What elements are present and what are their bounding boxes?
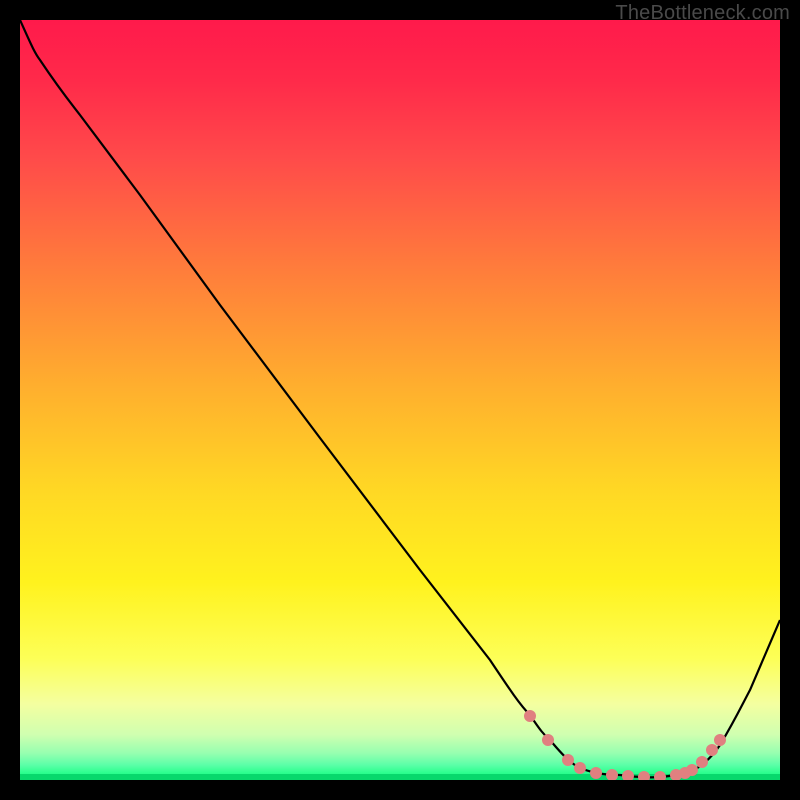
highlight-dot xyxy=(574,762,586,774)
highlight-dot xyxy=(714,734,726,746)
highlight-dot xyxy=(696,756,708,768)
highlight-dot xyxy=(638,771,650,780)
highlight-dot xyxy=(524,710,536,722)
bottleneck-curve xyxy=(20,20,780,777)
watermark-text: TheBottleneck.com xyxy=(615,2,790,25)
highlight-dot xyxy=(622,770,634,780)
highlight-dot xyxy=(686,764,698,776)
highlight-dot xyxy=(562,754,574,766)
highlight-dot xyxy=(706,744,718,756)
highlight-dot xyxy=(590,767,602,779)
highlight-dot xyxy=(542,734,554,746)
highlight-dot xyxy=(606,769,618,780)
highlight-dot xyxy=(654,771,666,780)
chart-frame: TheBottleneck.com xyxy=(0,0,800,800)
curve-layer xyxy=(20,20,780,780)
plot-area xyxy=(20,20,780,780)
